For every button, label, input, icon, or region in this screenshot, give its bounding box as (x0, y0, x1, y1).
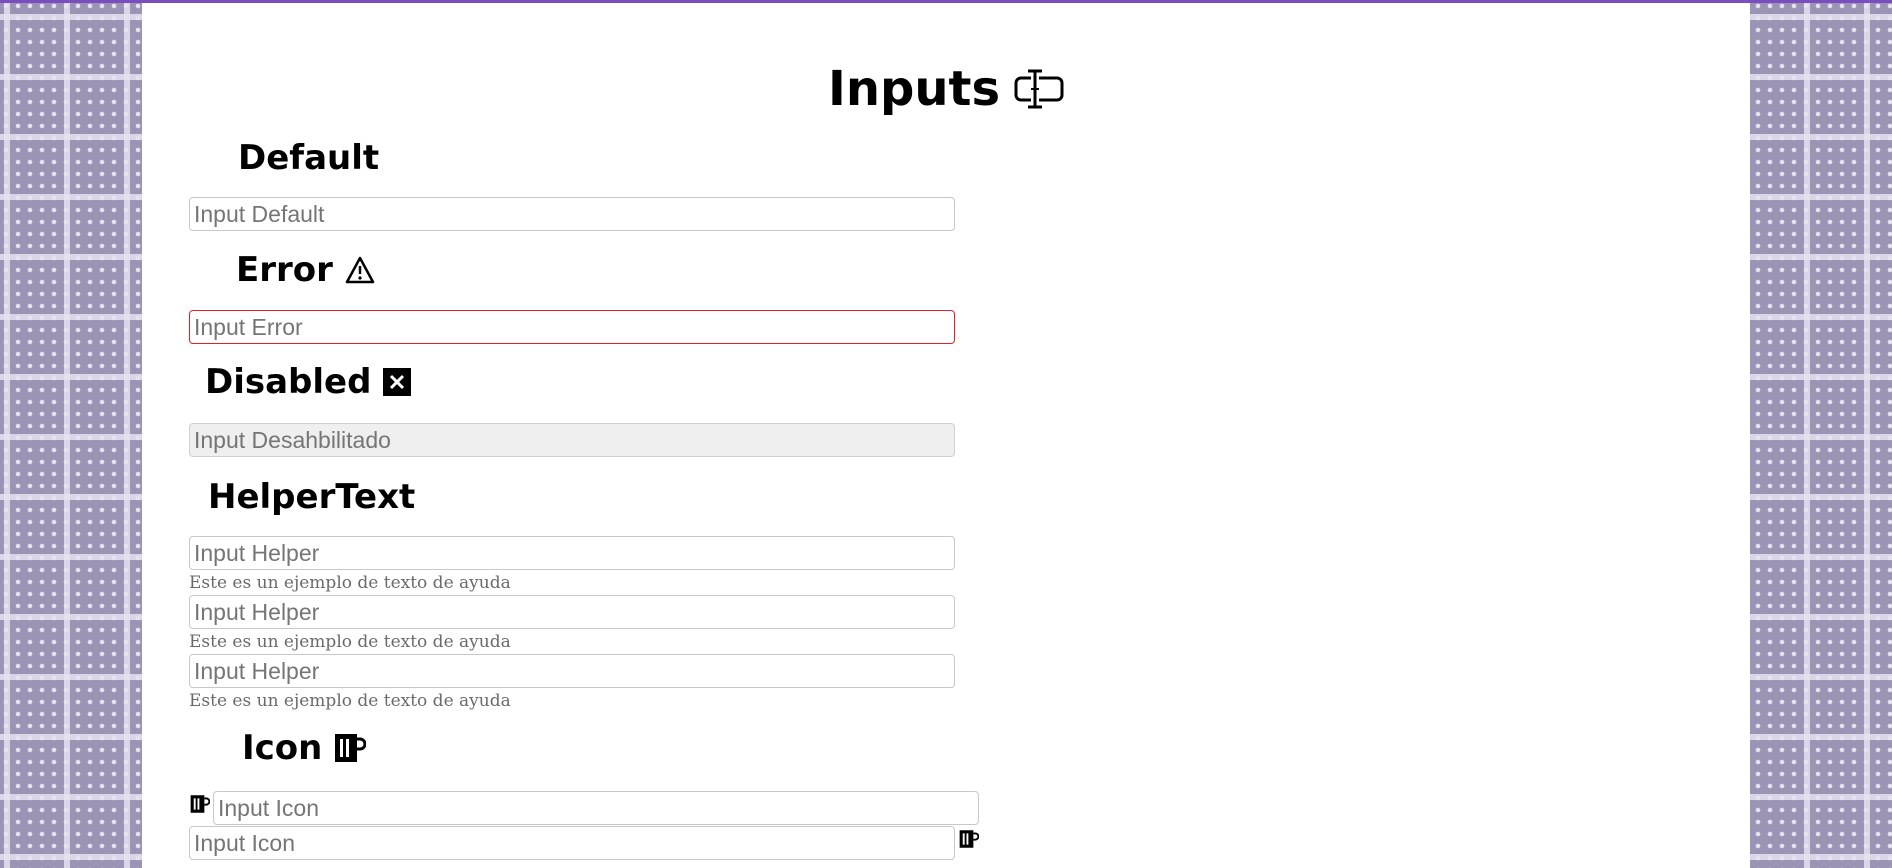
helper-input-1[interactable] (189, 536, 955, 570)
icon-input-left[interactable] (213, 791, 979, 825)
text-cursor-icon (1014, 69, 1064, 109)
section-title-default: Default (238, 141, 379, 175)
content-panel: Inputs Default Error Disabled (142, 3, 1750, 868)
helper-input-3[interactable] (189, 654, 955, 688)
disabled-input (189, 423, 955, 457)
error-input[interactable] (189, 310, 955, 344)
section-title-helpertext-label: HelperText (208, 477, 416, 517)
helper-text-3: Este es un ejemplo de texto de ayuda (189, 691, 511, 711)
mug-icon (335, 734, 367, 762)
helper-text-2: Este es un ejemplo de texto de ayuda (189, 632, 511, 652)
section-title-error: Error (236, 253, 375, 287)
page-header: Inputs (142, 59, 1750, 119)
section-title-disabled-label: Disabled (205, 362, 372, 402)
page-title: Inputs (827, 61, 1001, 117)
section-title-disabled: Disabled (205, 362, 412, 402)
close-box-icon (383, 368, 412, 396)
mug-icon (190, 795, 210, 813)
helper-text-1: Este es un ejemplo de texto de ayuda (189, 573, 511, 593)
helper-input-2[interactable] (189, 595, 955, 629)
icon-input-right[interactable] (189, 826, 955, 860)
section-title-default-label: Default (238, 138, 380, 178)
section-title-icon: Icon (242, 728, 367, 768)
section-title-helpertext: HelperText (208, 480, 415, 514)
warning-icon (345, 256, 375, 284)
section-title-icon-label: Icon (242, 728, 323, 768)
section-title-error-label: Error (236, 250, 333, 290)
default-input[interactable] (189, 197, 955, 231)
mug-icon (959, 830, 979, 848)
